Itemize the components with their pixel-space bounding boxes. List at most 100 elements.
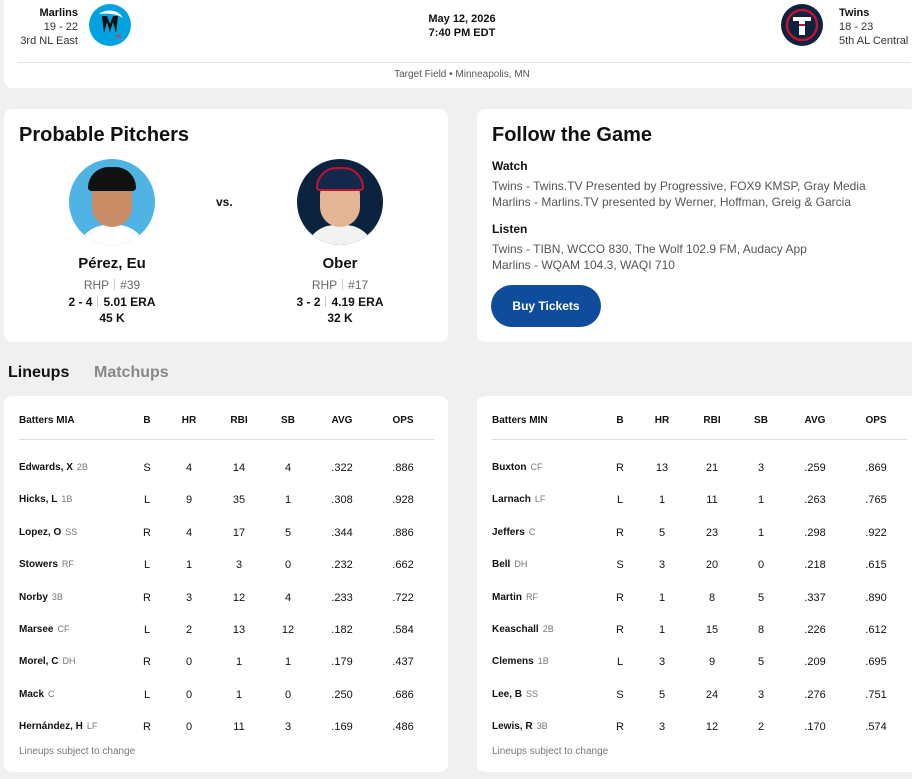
table-row[interactable]: Lee, B SS S 5 24 3.276.751 <box>492 689 912 703</box>
player-name[interactable]: Larnach LF <box>492 494 602 505</box>
player-name-text[interactable]: Bell <box>492 559 510 570</box>
away-team-info[interactable]: Marlins 19 - 22 3rd NL East <box>18 6 78 48</box>
away-lineup-header: Batters MIA B HR RBI SB AVG OPS <box>19 415 448 429</box>
home-team-info[interactable]: Twins 18 - 23 5th AL Central <box>839 6 912 48</box>
away-pitcher-name[interactable]: Pérez, Eu <box>32 255 192 272</box>
player-name[interactable]: Lee, B SS <box>492 689 602 700</box>
player-name-text[interactable]: Lewis, R <box>492 721 533 732</box>
cell-sb: 8 <box>757 624 765 636</box>
table-row[interactable]: Keaschall 2B R 1 15 8 .226 .612 <box>492 624 912 638</box>
player-position: 3B <box>51 591 63 602</box>
cell-ops: .615 <box>865 559 887 572</box>
home-team-name[interactable]: Twins <box>839 6 912 20</box>
cell-b: L <box>616 656 624 669</box>
table-row[interactable]: Morel, C DH R 0 1 1 .179 .437 <box>19 656 448 670</box>
player-name-text[interactable]: Buxton <box>492 462 526 473</box>
home-pitcher-record: 3 - 2 4.19 ERA <box>296 295 384 309</box>
player-name[interactable]: Hicks, L 1B <box>19 494 129 505</box>
player-name-text[interactable]: Keaschall <box>492 624 539 635</box>
cell-sb: 0 <box>284 559 292 572</box>
cell-ops: .928 <box>392 494 414 507</box>
table-row[interactable]: Buxton CF R 13 21 3 .259 .869 <box>492 462 912 476</box>
table-row[interactable]: Clemens 1B L 3 9 5 .209 .695 <box>492 656 912 670</box>
home-pitcher-headshot[interactable] <box>297 159 383 245</box>
player-name-text[interactable]: Edwards, X <box>19 462 73 473</box>
player-name[interactable]: Martin RF <box>492 592 602 603</box>
player-name[interactable]: Lewis, R 3B <box>492 721 602 732</box>
player-name-text[interactable]: Morel, C <box>19 656 58 667</box>
player-name[interactable]: Keaschall 2B <box>492 624 602 635</box>
cell-rbi: 1 <box>235 656 243 669</box>
player-name[interactable]: Buxton CF <box>492 462 602 473</box>
away-pitcher-headshot[interactable] <box>69 159 155 245</box>
twins-logo-icon[interactable] <box>781 4 823 46</box>
player-name-text[interactable]: Stowers <box>19 559 58 570</box>
player-name[interactable]: Jeffers C <box>492 527 602 538</box>
cell-hr: 1 <box>185 559 193 572</box>
cell-hr: 1 <box>658 591 666 604</box>
player-name-text[interactable]: Larnach <box>492 494 531 505</box>
player-name-text[interactable]: Norby <box>19 592 48 603</box>
player-name[interactable]: Mack C <box>19 689 129 700</box>
player-name-text[interactable]: Mack <box>19 689 44 700</box>
table-row[interactable]: Hernández, H LF R 0 11 3 .169 .486 <box>19 721 448 735</box>
cell-b: S <box>616 688 624 701</box>
player-name-text[interactable]: Hicks, L <box>19 494 57 505</box>
player-name[interactable]: Stowers RF <box>19 559 129 570</box>
player-name[interactable]: Edwards, X 2B <box>19 462 129 473</box>
away-pitcher[interactable]: Pérez, Eu RHP #39 2 - 4 5.01 ERA 45 K <box>32 159 192 325</box>
table-row[interactable]: Stowers RF L 1 3 0 .232 .662 <box>19 559 448 573</box>
cell-rbi: 21 <box>705 462 719 474</box>
table-row[interactable]: Bell DH S 3 20 0 .218 .615 <box>492 559 912 573</box>
player-name[interactable]: Norby 3B <box>19 592 129 603</box>
cell-b: R <box>616 624 624 636</box>
player-name[interactable]: Lopez, O SS <box>19 527 129 538</box>
table-row[interactable]: Lewis, R 3B R 3 12 2 .170 .574 <box>492 721 912 735</box>
buy-tickets-button[interactable]: Buy Tickets <box>491 285 601 327</box>
player-name[interactable]: Hernández, H LF <box>19 721 129 732</box>
table-row[interactable]: Edwards, X 2B S 4 14 4 .322 .886 <box>19 462 448 476</box>
player-name[interactable]: Bell DH <box>492 559 602 570</box>
tab-lineups[interactable]: Lineups <box>8 364 69 382</box>
cell-sb: 3 <box>757 688 765 701</box>
col-hr: HR <box>181 415 197 426</box>
player-name-text[interactable]: Hernández, H <box>19 721 83 732</box>
player-name-text[interactable]: Clemens <box>492 656 534 667</box>
player-name[interactable]: Clemens 1B <box>492 656 602 667</box>
cell-ops: .922 <box>865 526 887 539</box>
player-name-text[interactable]: Jeffers <box>492 527 525 538</box>
listen-heading: Listen <box>492 222 528 236</box>
cell-b: R <box>143 526 151 539</box>
player-name[interactable]: Marsee CF <box>19 624 129 635</box>
player-name-text[interactable]: Lee, B <box>492 689 522 700</box>
table-row[interactable]: Norby 3B R 3 12 4 .233 .722 <box>19 592 448 606</box>
cell-rbi: 3 <box>235 559 243 572</box>
cell-ops: .722 <box>392 591 414 604</box>
table-row[interactable]: Hicks, L 1B L 9 35 1 .308 .928 <box>19 494 448 508</box>
cell-rbi: 12 <box>232 591 246 604</box>
table-row[interactable]: Lopez, O SS R 4 17 5 .344 .886 <box>19 527 448 541</box>
player-name[interactable]: Morel, C DH <box>19 656 129 667</box>
home-pitcher-name[interactable]: Ober <box>260 255 420 272</box>
away-pitcher-strikeouts: 45 K <box>99 311 125 325</box>
table-row[interactable]: Martin RF R 1 8 5 .337 .890 <box>492 592 912 606</box>
cell-rbi: 11 <box>233 721 245 734</box>
game-date: May 12, 2026 <box>428 13 496 25</box>
tab-matchups[interactable]: Matchups <box>94 364 169 382</box>
cell-sb: 1 <box>757 494 765 507</box>
player-name-text[interactable]: Marsee <box>19 624 53 635</box>
marlins-logo-icon[interactable] <box>89 4 131 46</box>
cell-b: R <box>616 591 624 604</box>
table-row[interactable]: Jeffers C R 5 23 1 .298 .922 <box>492 527 912 541</box>
table-row[interactable]: Larnach LF L 1 11 1.263.765 <box>492 494 912 508</box>
player-name-text[interactable]: Martin <box>492 592 522 603</box>
table-row[interactable]: Marsee CF L 2 13 12 .182 .584 <box>19 624 448 638</box>
table-row[interactable]: Mack C L 0 1 0 .250 .686 <box>19 689 448 703</box>
home-lineup-header: Batters MIN B HR RBI SB AVG OPS <box>492 415 912 429</box>
away-team-name[interactable]: Marlins <box>18 6 78 20</box>
cell-rbi: 12 <box>705 721 719 734</box>
cell-sb: 1 <box>284 494 292 507</box>
player-name-text[interactable]: Lopez, O <box>19 527 61 538</box>
player-position: LF <box>534 494 546 505</box>
home-pitcher[interactable]: Ober RHP #17 3 - 2 4.19 ERA 32 K <box>260 159 420 325</box>
